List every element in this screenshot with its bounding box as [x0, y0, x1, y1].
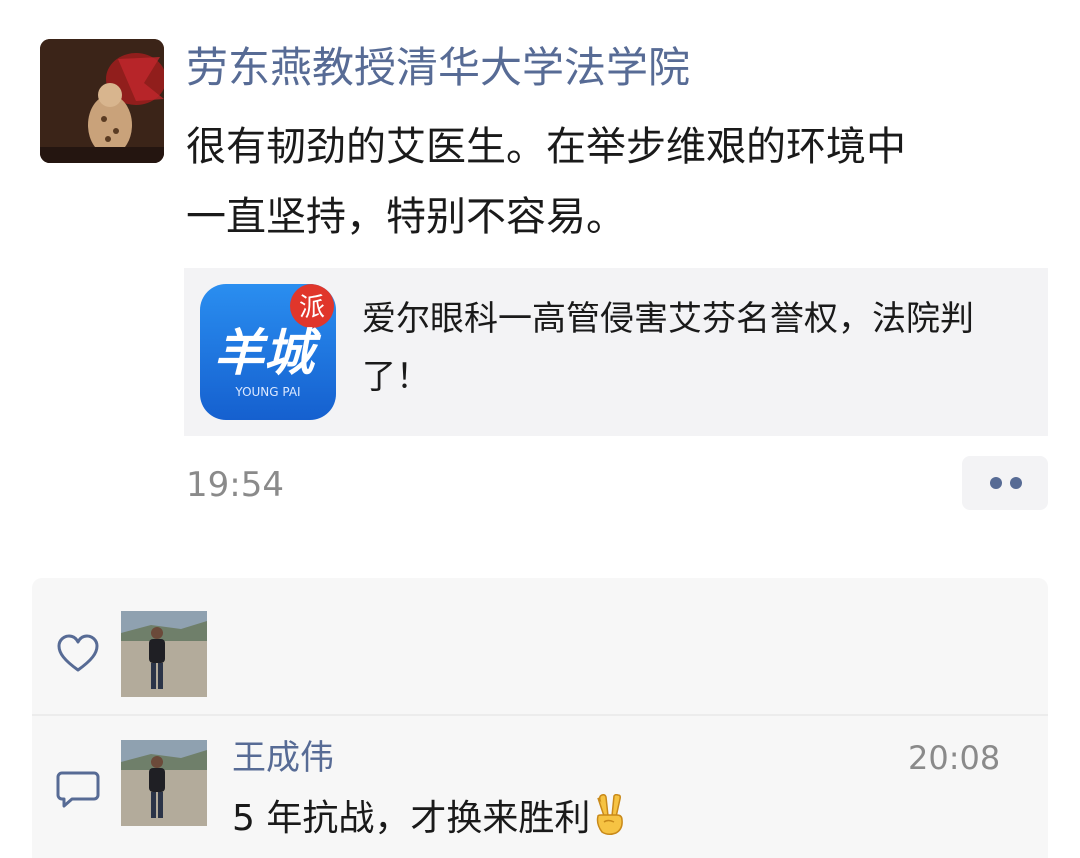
comments-panel: 王成伟 20:08 5 年抗战，才换来胜利	[32, 716, 1048, 858]
commenter-avatar[interactable]	[121, 740, 207, 826]
post-author-avatar[interactable]	[40, 39, 164, 163]
likes-panel	[32, 578, 1048, 714]
two-dots-icon	[1010, 477, 1022, 489]
post-text-line: 一直坚持，特别不容易。	[186, 194, 626, 240]
victory-hand-icon	[597, 794, 624, 836]
post-timestamp: 19:54	[186, 465, 284, 505]
shared-link-title[interactable]: 爱尔眼科一高管侵害艾芬名誉权，法院判 了！	[362, 290, 1038, 406]
comment-timestamp: 20:08	[908, 739, 1001, 777]
comment-text[interactable]: 5 年抗战，才换来胜利	[232, 794, 626, 844]
heart-outline-icon	[57, 634, 99, 672]
shared-link-card[interactable]: 派 羊城 YOUNG PAI 爱尔眼科一高管侵害艾芬名誉权，法院判 了！	[184, 268, 1048, 436]
two-dots-icon	[990, 477, 1002, 489]
thumbnail-caption: YOUNG PAI	[234, 385, 300, 399]
post-author-name[interactable]: 劳东燕教授清华大学法学院	[186, 40, 690, 96]
thumbnail-badge-text: 派	[299, 293, 325, 323]
shared-link-title-line: 爱尔眼科一高管侵害艾芬名誉权，法院判	[362, 299, 974, 339]
comment-author-name[interactable]: 王成伟	[232, 736, 334, 780]
yangcheng-pai-app-icon: 派 羊城 YOUNG PAI	[200, 284, 336, 420]
shared-link-title-line: 了！	[362, 357, 430, 397]
comment-text-content: 5 年抗战，才换来胜利	[232, 798, 591, 839]
speech-bubble-icon	[56, 771, 100, 808]
liker-avatar[interactable]	[121, 611, 207, 697]
post-text-line: 很有韧劲的艾医生。在举步维艰的环境中	[186, 124, 906, 170]
post-text: 很有韧劲的艾医生。在举步维艰的环境中 一直坚持，特别不容易。	[186, 112, 1046, 252]
thumbnail-logo-text: 羊城	[214, 324, 322, 382]
moments-feed: 劳东燕教授清华大学法学院 很有韧劲的艾医生。在举步维艰的环境中 一直坚持，特别不…	[0, 0, 1080, 858]
more-actions-button[interactable]	[962, 456, 1048, 510]
